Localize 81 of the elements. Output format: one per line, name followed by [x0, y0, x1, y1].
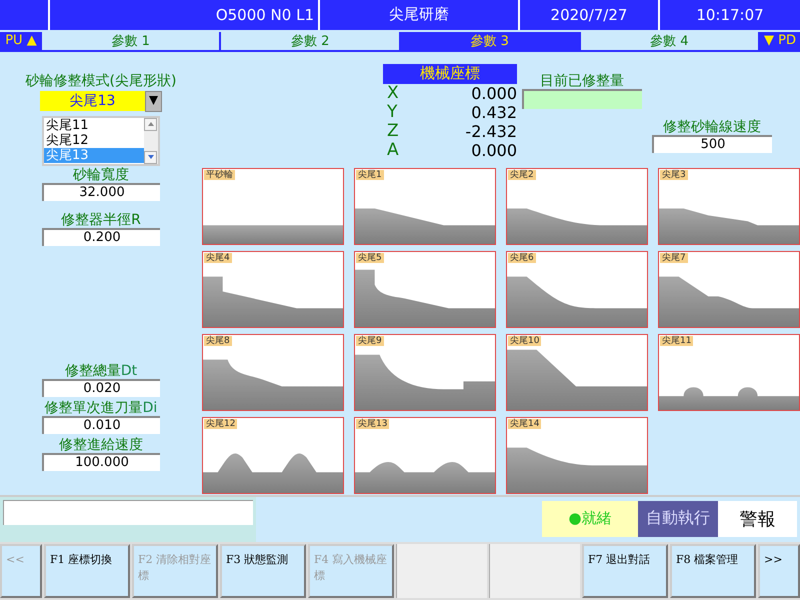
profile-tile[interactable]: 尖尾11 — [658, 334, 800, 411]
caret-icon — [149, 96, 158, 106]
axis-value: 0.000 — [471, 140, 517, 160]
function-key[interactable]: F3 狀態監測 — [220, 544, 306, 598]
profile-tile[interactable]: 尖尾12 — [202, 416, 344, 494]
profile-label: 尖尾10 — [508, 336, 542, 346]
caret-icon — [148, 155, 154, 160]
field-label: 修整砂輪線速度 — [663, 120, 761, 135]
coordinates-title: 機械座標 — [383, 64, 517, 84]
profile-label: 尖尾14 — [508, 418, 542, 429]
profile-tile[interactable]: 尖尾6 — [506, 250, 648, 328]
field-label: 修整總量Dt — [64, 364, 138, 379]
page-down-button[interactable]: ▼ PD — [760, 32, 800, 50]
function-key[interactable]: F8 檔案管理 — [670, 544, 756, 598]
axis-label: Z — [387, 121, 399, 142]
input-field[interactable]: 0.020 — [42, 378, 160, 397]
profile-tile[interactable]: 尖尾10 — [506, 334, 648, 411]
profile-label: 尖尾7 — [660, 252, 688, 263]
field-label: 修整器半徑R — [61, 212, 141, 228]
input-field[interactable]: 0.010 — [42, 416, 160, 434]
profile-label: 尖尾4 — [204, 252, 232, 263]
parameter-tab[interactable]: 參數 1 — [42, 32, 220, 50]
mode-title: 尖尾研磨 — [320, 0, 518, 30]
profile-tile[interactable]: 尖尾8 — [202, 334, 344, 411]
caret-icon — [148, 122, 154, 126]
field-label: 砂輪寬度 — [73, 168, 129, 183]
profile-label: 平砂輪 — [204, 170, 235, 180]
profile-tile[interactable]: 尖尾7 — [658, 250, 800, 328]
input-field[interactable]: 500 — [652, 134, 772, 153]
profile-label: 尖尾5 — [356, 252, 384, 263]
profile-label: 尖尾13 — [356, 418, 390, 429]
profile-label: 尖尾2 — [508, 170, 536, 180]
axis-value: -2.432 — [465, 122, 517, 141]
shape-list[interactable]: 尖尾11 尖尾12 尖尾13 — [42, 116, 160, 166]
profile-label: 尖尾6 — [508, 252, 536, 263]
axis-label: Y — [387, 102, 398, 122]
field-label: 目前已修整量 — [540, 74, 624, 89]
profile-tile[interactable]: 尖尾4 — [202, 250, 344, 328]
profile-tile[interactable]: 尖尾5 — [354, 250, 496, 328]
program-number: O5000 N0 L1 — [50, 0, 318, 30]
profile-label: 尖尾9 — [356, 336, 384, 346]
function-key[interactable]: F7 退出對話 — [582, 544, 668, 598]
input-field[interactable]: 0.200 — [42, 228, 160, 246]
shape-dropdown[interactable]: 尖尾13 — [40, 90, 145, 111]
input-field[interactable]: 100.000 — [42, 452, 160, 471]
list-item[interactable]: 尖尾12 — [44, 132, 144, 148]
profile-label: 尖尾11 — [660, 336, 694, 346]
time-display: 10:17:07 — [660, 0, 800, 30]
axis-value: 0.432 — [471, 102, 517, 122]
date-display: 2020/7/27 — [520, 0, 658, 30]
profile-tile[interactable]: 尖尾13 — [354, 416, 496, 494]
page-up-button[interactable]: PU ▲ — [0, 32, 42, 50]
alarm-status: 警報 — [718, 500, 797, 537]
field-label: 修整進給速度 — [59, 438, 143, 453]
profile-label: 尖尾3 — [660, 170, 688, 180]
axis-value: 0.000 — [471, 84, 517, 103]
axis-label: X — [387, 83, 399, 104]
profile-tile[interactable]: 尖尾9 — [354, 334, 496, 411]
function-key[interactable]: F1 座標切換 — [44, 544, 130, 598]
profile-tile[interactable]: 平砂輪 — [202, 168, 344, 245]
profile-tile[interactable]: 尖尾2 — [506, 168, 648, 245]
profile-label: 尖尾1 — [356, 170, 384, 180]
input-field[interactable]: 32.000 — [42, 182, 160, 201]
ready-status: ●就緒 — [542, 500, 638, 537]
field-label: 修整單次進刀量Di — [44, 400, 158, 416]
page-key[interactable]: >> — [758, 544, 800, 598]
scroll-up-button[interactable] — [144, 118, 157, 131]
profile-label: 尖尾12 — [204, 418, 238, 429]
profile-label: 尖尾8 — [204, 336, 232, 346]
profile-tile[interactable]: 尖尾14 — [506, 416, 648, 494]
axis-label: A — [387, 140, 399, 160]
parameter-tab[interactable]: 參數 2 — [221, 32, 399, 50]
profile-tile[interactable]: 尖尾1 — [354, 168, 496, 245]
field-label: 砂輪修整模式(尖尾形狀) — [26, 74, 176, 89]
profile-tile[interactable]: 尖尾3 — [658, 168, 800, 245]
auto-mode-status: 自動執行 — [638, 500, 718, 537]
header-panel — [0, 0, 48, 30]
dropdown-button[interactable] — [145, 90, 162, 112]
scroll-down-button[interactable] — [144, 150, 157, 164]
parameter-tab[interactable]: 參數 4 — [580, 32, 758, 50]
list-item[interactable]: 尖尾11 — [44, 118, 144, 133]
